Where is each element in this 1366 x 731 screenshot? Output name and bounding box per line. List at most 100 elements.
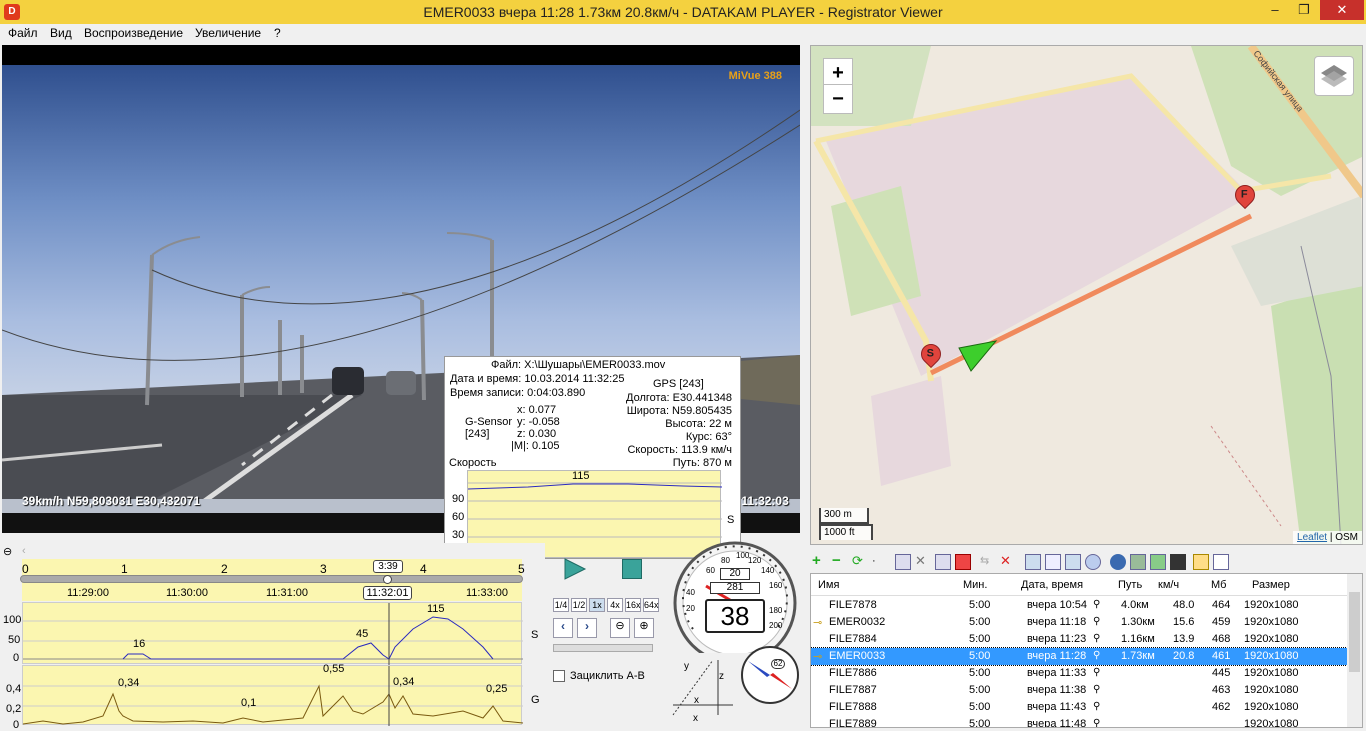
speed-64x-button[interactable]: 64x: [643, 598, 659, 612]
menu-playback[interactable]: Воспроизведение: [84, 26, 183, 40]
globe-icon[interactable]: [1110, 554, 1126, 570]
export-icon[interactable]: [1150, 554, 1166, 570]
menu-view[interactable]: Вид: [50, 26, 72, 40]
film-icon[interactable]: [1170, 554, 1186, 570]
table-row[interactable]: FILE7886 5:00 вчера 11:33 445 1920x1080 ⚲: [811, 665, 1349, 682]
speed-4x-button[interactable]: 4x: [607, 598, 623, 612]
map-layers-button[interactable]: [1314, 56, 1354, 96]
speed-16x-button[interactable]: 16x: [625, 598, 641, 612]
popup-gs-z: z: 0.030: [517, 428, 557, 440]
volume-slider[interactable]: [553, 644, 653, 652]
key-icon: ⊸: [813, 651, 823, 663]
table-row[interactable]: FILE7888 5:00 вчера 11:43 462 1920x1080 ⚲: [811, 699, 1349, 716]
file-list-scrollbar[interactable]: [1347, 574, 1362, 727]
popup-gps-label: GPS [243]: [653, 378, 704, 390]
gauge-tick-200: 200: [769, 621, 783, 630]
col-size[interactable]: Размер: [1252, 579, 1290, 591]
menu-zoom[interactable]: Увеличение: [195, 26, 261, 40]
dot-icon[interactable]: ·: [872, 554, 888, 570]
popup-file: Файл: X:\Шушары\EMER0033.mov: [491, 359, 666, 371]
map-view[interactable]: + − Софийская улица S F 300 m 1000 ft Le…: [810, 45, 1363, 545]
minimize-button[interactable]: –: [1262, 0, 1288, 20]
ruler-tick-1: 1: [121, 562, 128, 576]
unlink-icon[interactable]: ✕: [1000, 554, 1016, 570]
next-frame-icon[interactable]: ›: [577, 618, 597, 638]
window-title: EMER0033 вчера 11:28 1.73км 20.8км/ч - D…: [423, 4, 943, 20]
row-min: 5:00: [969, 599, 991, 611]
row-kmh: 20.8: [1173, 650, 1195, 662]
scrollbar-thumb[interactable]: [1349, 592, 1360, 672]
row-datetime: вчера 11:18: [1027, 616, 1087, 628]
speed-1x-button[interactable]: 1x: [589, 598, 605, 612]
zoom-minus-icon[interactable]: ⊖: [610, 618, 630, 638]
popup-peak-label: 115: [572, 470, 590, 482]
scroll-left-icon[interactable]: ‹: [22, 545, 26, 557]
speed-quarter-button[interactable]: 1/4: [553, 598, 569, 612]
prev-frame-icon[interactable]: ‹: [553, 618, 573, 638]
col-datetime[interactable]: Дата, время: [1021, 579, 1083, 591]
loop-label: Зациклить A-B: [570, 670, 645, 682]
leaflet-link[interactable]: Leaflet: [1297, 532, 1327, 543]
screenshot-icon[interactable]: [1025, 554, 1041, 570]
timeline-slider[interactable]: [20, 575, 523, 583]
row-kmh: 15.6: [1173, 616, 1195, 628]
refresh-icon[interactable]: ⟳: [852, 554, 868, 570]
file-list[interactable]: Имя Мин. Дата, время Путь км/ч Мб Размер…: [810, 573, 1363, 728]
row-size: 1920x1080: [1244, 599, 1299, 611]
windows-icon[interactable]: [1065, 554, 1081, 570]
speed-half-button[interactable]: 1/2: [571, 598, 587, 612]
gsensor-graph[interactable]: 0,34 0,1 0,55 0,34 0,25: [22, 663, 524, 726]
row-datetime: вчера 11:33: [1027, 667, 1087, 679]
scale-meters: 300 m: [819, 508, 869, 524]
ruler-tick-3: 3: [320, 562, 327, 576]
copy-icon[interactable]: [895, 554, 911, 570]
popup-y-30: 30: [452, 529, 465, 541]
restore-button[interactable]: ❐: [1291, 0, 1317, 20]
table-row[interactable]: ⊸ EMER0033 5:00 вчера 11:28 1.73км 20.8 461 192…: [811, 647, 1350, 666]
col-path[interactable]: Путь: [1118, 579, 1142, 591]
loop-checkbox[interactable]: [553, 670, 565, 682]
speed-axis-50: 50: [8, 634, 21, 646]
open-folder-icon[interactable]: [1193, 554, 1209, 570]
col-mb[interactable]: Мб: [1211, 579, 1226, 591]
close-button[interactable]: ✕: [1320, 0, 1364, 20]
stop-icon[interactable]: [622, 559, 642, 579]
row-mb: 445: [1212, 667, 1231, 679]
table-row[interactable]: FILE7889 5:00 вчера 11:48 1920x1080 ⚲: [811, 716, 1349, 727]
speed-axis-0: 0: [13, 652, 20, 664]
document-icon[interactable]: [1213, 554, 1229, 570]
slider-thumb[interactable]: [383, 575, 392, 584]
table-row[interactable]: FILE7884 5:00 вчера 11:23 1.16км 13.9 468 1920…: [811, 631, 1349, 648]
col-min[interactable]: Мин.: [963, 579, 987, 591]
popup-longitude: Долгота: E30.441348: [626, 392, 732, 404]
menu-help[interactable]: ?: [274, 26, 281, 40]
remove-icon[interactable]: −: [832, 553, 848, 570]
map-icon[interactable]: [1130, 554, 1146, 570]
row-min: 5:00: [969, 650, 991, 662]
delete-icon[interactable]: ✕: [915, 554, 931, 570]
col-kmh[interactable]: км/ч: [1158, 579, 1179, 591]
map-zoom-out-button[interactable]: −: [823, 84, 853, 114]
table-row[interactable]: FILE7878 5:00 вчера 10:54 4.0км 48.0 464 1920x…: [811, 597, 1349, 614]
link-icon[interactable]: ⇆: [980, 554, 996, 570]
g-axis-0: 0: [13, 719, 20, 731]
frame-icon[interactable]: [1045, 554, 1061, 570]
search-icon[interactable]: [1085, 554, 1101, 570]
row-kmh: 48.0: [1173, 599, 1195, 611]
popup-side-label: S: [727, 514, 735, 526]
play-icon[interactable]: [563, 557, 587, 581]
speed-graph[interactable]: 16 45 115: [22, 602, 523, 665]
popup-chart-title: Скорость: [449, 457, 497, 469]
table-row[interactable]: ⊸ EMER0032 5:00 вчера 11:18 1.30км 15.6 459 192…: [811, 614, 1349, 631]
col-name[interactable]: Имя: [818, 579, 839, 591]
zoom-out-icon[interactable]: ⊖: [3, 545, 12, 558]
zoom-plus-icon[interactable]: ⊕: [634, 618, 654, 638]
row-path: 1.73км: [1121, 650, 1155, 662]
folder-icon[interactable]: [935, 554, 951, 570]
add-icon[interactable]: +: [812, 553, 828, 570]
ruler-tick-4: 4: [420, 562, 427, 576]
popup-altitude: Высота: 22 м: [665, 418, 732, 430]
menu-file[interactable]: Файл: [8, 26, 38, 40]
record-icon[interactable]: [955, 554, 971, 570]
table-row[interactable]: FILE7887 5:00 вчера 11:38 463 1920x1080 ⚲: [811, 682, 1349, 699]
